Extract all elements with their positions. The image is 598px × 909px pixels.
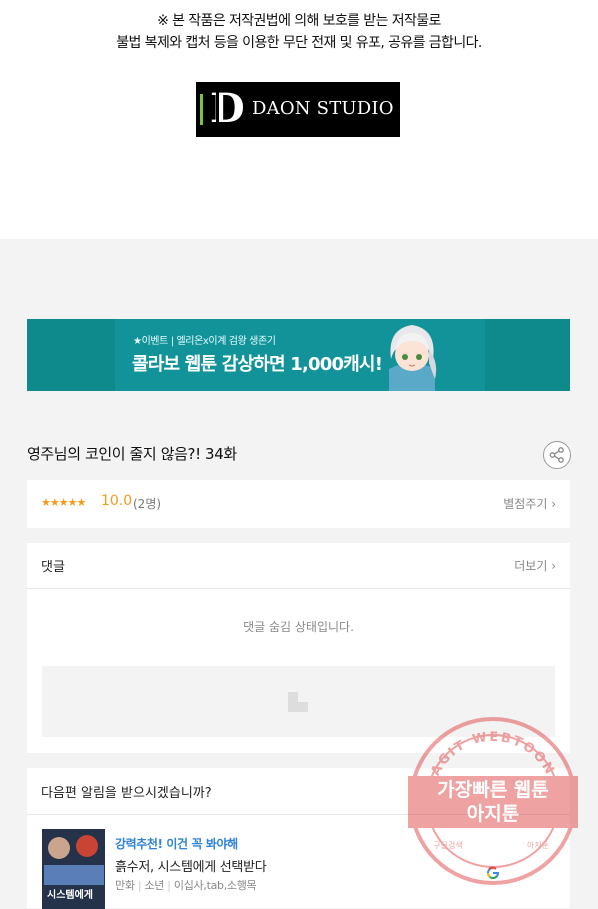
meta-genre: 소년 [144,879,165,892]
share-icon [549,447,564,463]
meta-authors: 이십사,tab,소행목 [173,879,257,892]
rating-score: 10.0 [101,493,133,509]
event-banner[interactable]: ★이벤트 | 엘리온x이계 검왕 생존기 콜라보 웹툰 감상하면 1,000캐시… [27,319,570,391]
rating-count: (2명) [133,497,162,511]
thumb-title-band [44,865,104,885]
copyright-notice: ※ 본 작품은 저작권법에 의해 보호를 받는 저작물로 불법 복제와 캡처 등… [0,10,598,54]
daon-studio-logo: D DAON STUDIO [196,82,400,137]
meta-separator: | [137,879,142,892]
rating-stars: ★★★★★ [41,496,86,509]
notify-divider [27,814,570,815]
notify-question: 다음편 알림을 받으시겠습니까? [41,786,212,801]
copyright-section: ※ 본 작품은 저작권법에 의해 보호를 받는 저작물로 불법 복제와 캡처 등… [0,0,598,239]
recommend-thumbnail[interactable]: 시스템에게 [42,829,105,909]
logo-name: DAON STUDIO [252,98,394,119]
recommend-tag: 강력추천! 이건 꼭 봐야해 [115,837,238,851]
copyright-line-1: ※ 본 작품은 저작권법에 의해 보호를 받는 저작물로 [157,13,441,29]
thumb-text: 시스템에게 [47,890,93,901]
comments-header: 댓글 더보기 › [27,543,570,589]
banner-headline: 콜라보 웹툰 감상하면 1,000캐시! [132,354,383,375]
rating-card: ★★★★★ 10.0 (2명) 별점주기 › [27,480,570,528]
recommend-meta: 만화 | 소년 | 이십사,tab,소행목 [115,877,257,893]
placeholder-image-icon-corner [298,692,308,702]
meta-category: 만화 [115,879,135,892]
share-button[interactable] [543,441,571,469]
comments-hidden-notice: 댓글 숨김 상태입니다. [243,620,354,634]
recommend-title[interactable]: 흙수저, 시스템에게 선택받다 [115,856,267,875]
comment-placeholder-box [42,666,555,737]
rate-button[interactable]: 별점주기 › [503,495,556,512]
episode-title: 영주님의 코인이 줄지 않음?! 34화 [27,445,237,463]
copyright-line-2: 불법 복제와 캡처 등을 이용한 무단 전재 및 유포, 공유를 금합니다. [116,35,482,51]
logo-letter-cut [216,91,219,127]
comments-more-button[interactable]: 더보기 › [514,557,556,574]
comments-card: 댓글 더보기 › 댓글 숨김 상태입니다. [27,543,570,753]
banner-subtitle: ★이벤트 | 엘리온x이계 검왕 생존기 [133,336,276,347]
comments-title: 댓글 [41,560,65,575]
next-episode-notify-card: 다음편 알림을 받으시겠습니까? 시스템에게 강력추천! 이건 꼭 봐야해 흙수… [27,768,570,909]
logo-accent-bar [200,94,203,125]
thumb-figure-1 [48,837,70,859]
banner-character-illustration [389,325,437,391]
thumb-figure-2 [76,835,98,857]
meta-separator: | [167,879,171,892]
